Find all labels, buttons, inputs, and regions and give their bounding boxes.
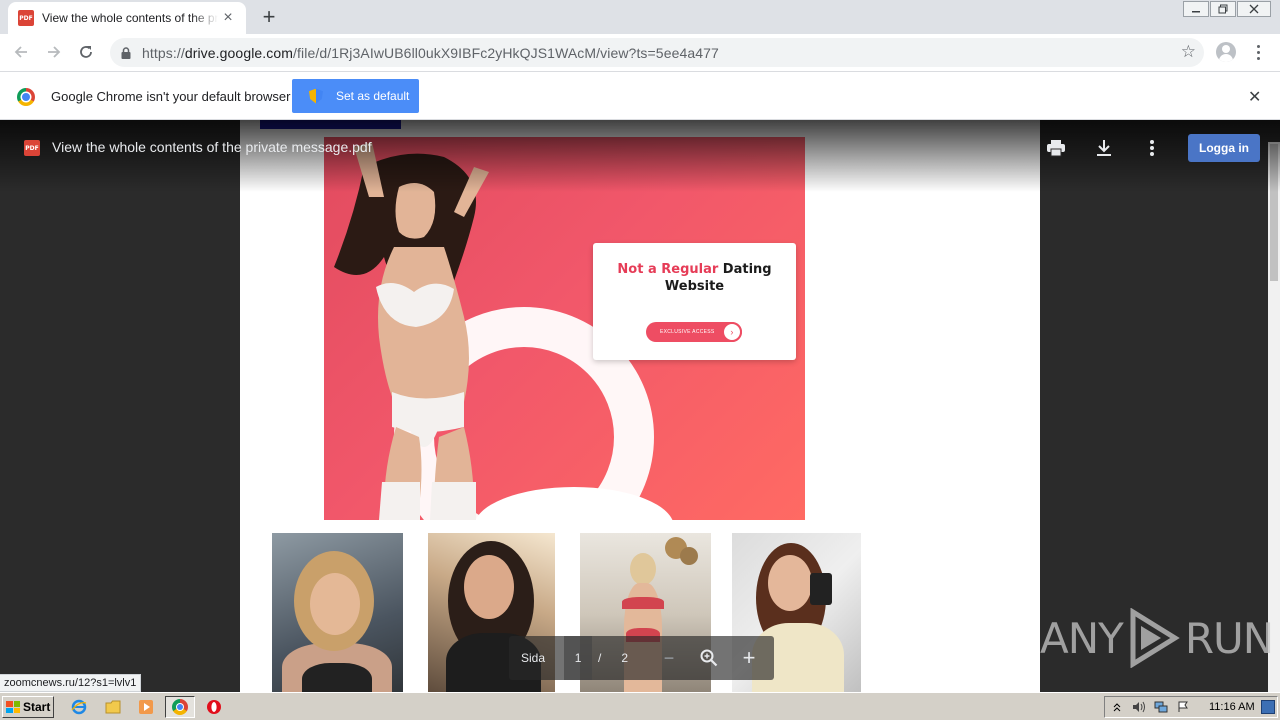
pdf-viewer: Not a Regular Dating Website EXCLUSIVE A… [0,120,1280,692]
viewer-header: PDF View the whole contents of the priva… [0,120,1280,192]
watermark-right: RUN [1184,613,1274,663]
arrow-right-icon: › [722,322,742,342]
action-center-flag-icon[interactable] [1175,700,1191,714]
start-label: Start [23,700,51,714]
lock-icon[interactable] [120,46,132,60]
pdf-file-icon: PDF [24,140,40,156]
set-as-default-label: Set as default [336,89,410,103]
star-icon[interactable]: ☆ [1181,42,1196,62]
start-button[interactable]: Start [2,696,54,718]
download-icon[interactable] [1092,136,1116,160]
taskbar-clock[interactable]: 11:16 AM [1209,701,1255,713]
ad-headline-line2: Website [664,279,725,294]
viewer-file-title: View the whole contents of the private m… [52,139,372,155]
new-tab-button[interactable]: + [258,6,280,28]
tab-strip: PDF View the whole contents of the priva… [0,0,1280,34]
dating-ad-image[interactable]: Not a Regular Dating Website EXCLUSIVE A… [324,137,805,520]
show-hidden-icons-icon[interactable] [1109,700,1125,714]
minimize-icon[interactable] [1183,1,1209,17]
profile-photo-1[interactable] [272,533,403,692]
exclusive-access-button[interactable]: EXCLUSIVE ACCESS › [646,322,742,342]
ie-icon[interactable] [70,698,88,716]
tab-title: View the whole contents of the private m… [42,11,218,25]
model-figure [334,142,489,520]
default-browser-infobar: Google Chrome isn't your default browser… [0,71,1280,120]
page-separator: / [598,651,602,665]
print-icon[interactable] [1044,136,1068,160]
windows-logo-icon [6,701,20,713]
page-label: Sida [521,651,546,665]
zoom-in-button[interactable]: + [739,645,759,670]
menu-icon[interactable] [1250,42,1266,62]
set-as-default-button[interactable]: Set as default [292,79,419,113]
volume-icon[interactable] [1131,700,1147,714]
tab-close-icon[interactable]: × [220,10,236,26]
ad-headline-rest: Dating [718,262,772,277]
pdf-favicon-icon: PDF [18,10,34,26]
system-tray: 11:16 AM [1104,696,1278,718]
page-controls: Sida 1 / 2 − + [509,636,774,680]
reload-icon[interactable] [74,40,98,64]
pdf-page: Not a Regular Dating Website EXCLUSIVE A… [240,120,1040,692]
current-page-input[interactable]: 1 [564,636,593,680]
zoom-out-button[interactable]: − [659,648,679,668]
more-options-icon[interactable] [1140,136,1164,160]
browser-toolbar: https://drive.google.com/file/d/1Rj3AIwU… [0,34,1280,71]
media-player-icon[interactable] [137,698,155,716]
profile-icon[interactable] [1216,42,1236,62]
folder-icon[interactable] [104,698,122,716]
chrome-icon[interactable] [165,696,195,718]
url-host: drive.google.com [184,44,294,61]
uac-shield-icon [309,88,323,104]
anyrun-watermark: ANY RUN [1040,608,1274,668]
ad-card: Not a Regular Dating Website EXCLUSIVE A… [593,243,796,360]
address-bar[interactable]: https://drive.google.com/file/d/1Rj3AIwU… [110,38,1204,67]
close-window-icon[interactable] [1237,1,1271,17]
windows-taskbar: Start 11:16 AM [0,692,1280,720]
chrome-logo-icon [17,88,35,106]
ad-headline: Not a Regular Dating Website [593,261,796,295]
watermark-left: ANY [1040,613,1124,663]
restore-icon[interactable] [1210,1,1236,17]
login-button[interactable]: Logga in [1188,134,1260,162]
play-logo-icon [1130,608,1180,668]
zoom-icon [699,648,719,668]
browser-tab[interactable]: PDF View the whole contents of the priva… [8,2,246,34]
url-path: /file/d/1Rj3AIwUB6ll0ukX9IBFc2yHkQJS1WAc… [293,44,719,61]
exclusive-access-label: EXCLUSIVE ACCESS [660,329,715,335]
status-url-bubble: zoomcnews.ru/12?s1=lvlv1 [0,674,142,692]
url-text: https://drive.google.com/file/d/1Rj3AIwU… [142,45,719,61]
show-desktop-icon[interactable] [1261,700,1275,714]
infobar-message: Google Chrome isn't your default browser [51,89,291,104]
back-arrow-icon[interactable] [9,40,33,64]
network-icon[interactable] [1153,700,1169,714]
total-pages: 2 [621,651,629,665]
opera-icon[interactable] [205,698,223,716]
url-scheme: https:// [142,44,185,61]
forward-arrow-icon[interactable] [42,40,66,64]
ad-headline-accent: Not a Regular [617,262,719,277]
infobar-close-icon[interactable]: ✕ [1248,87,1261,107]
